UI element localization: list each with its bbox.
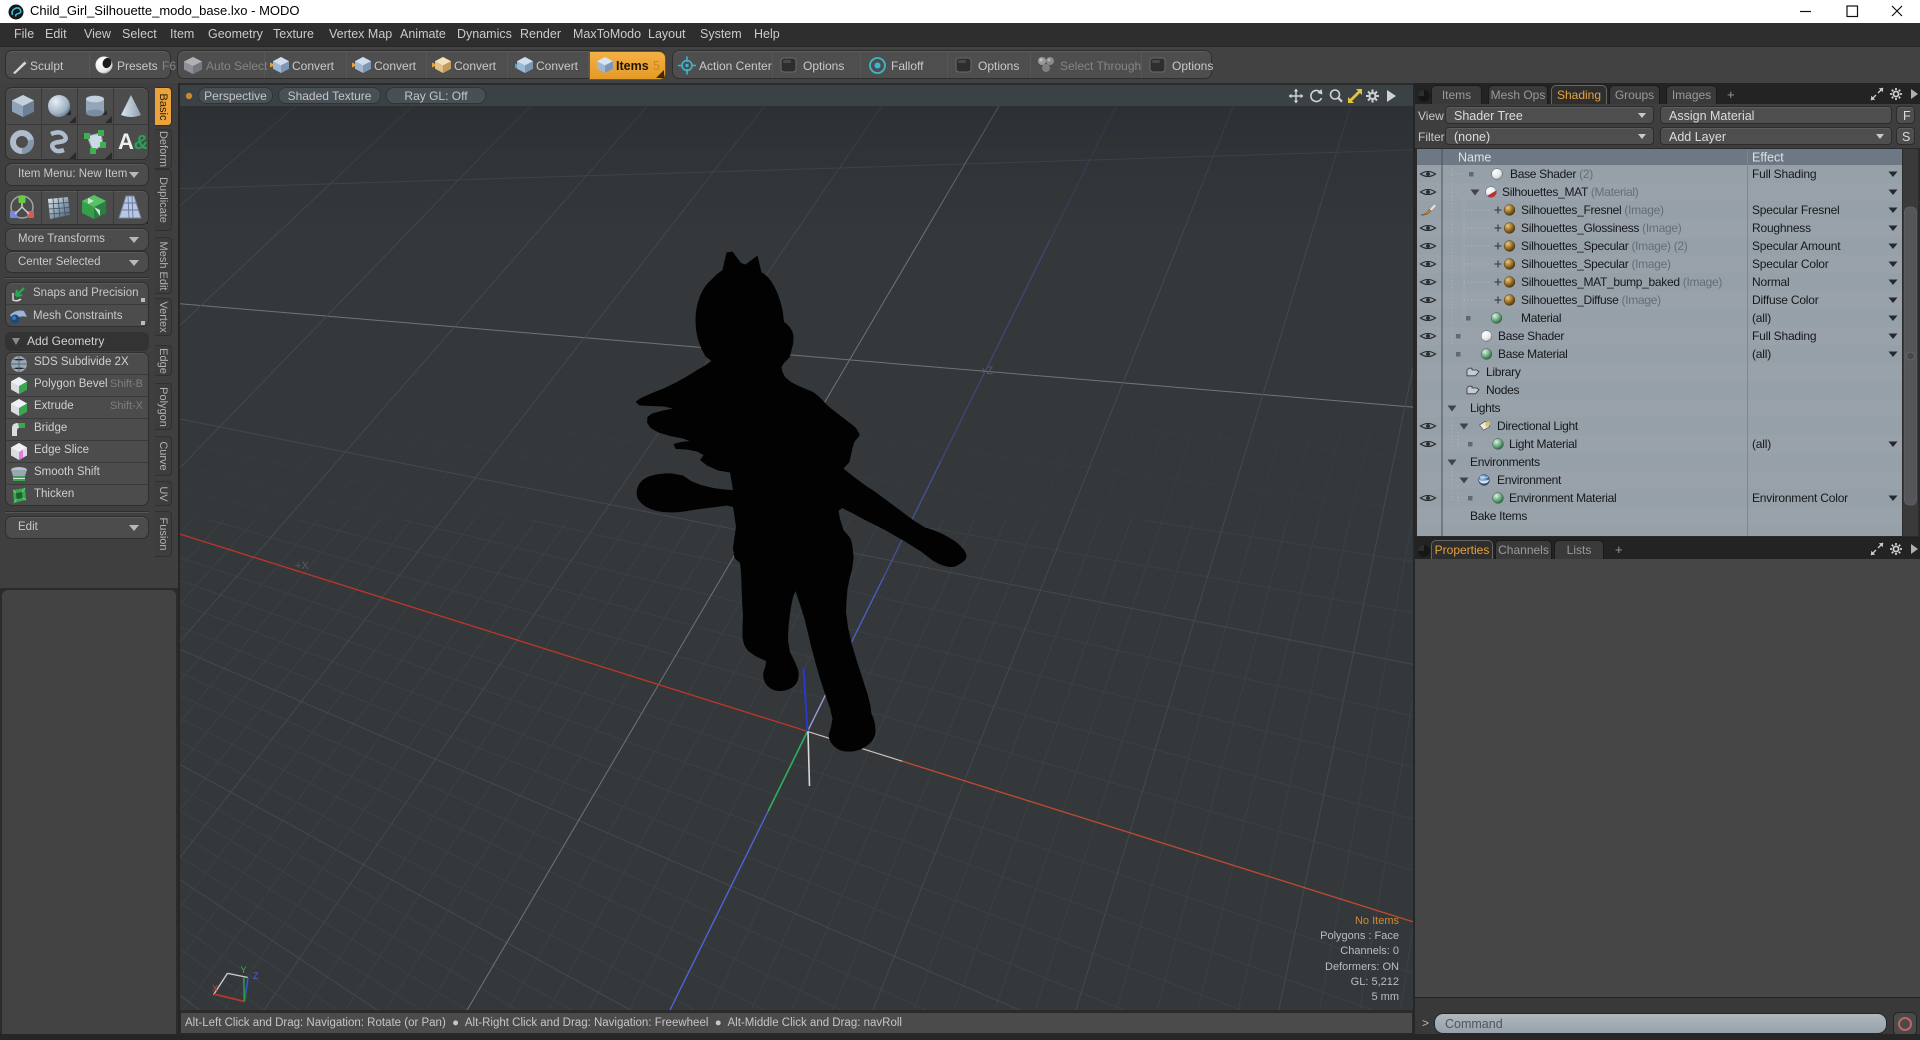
svg-text:Silhouettes_Specular (Image) (: Silhouettes_Specular (Image) (2)	[1521, 239, 1688, 253]
svg-text:Base Shader (2): Base Shader (2)	[1510, 167, 1593, 181]
svg-text:Name: Name	[1458, 151, 1491, 165]
svg-text:Effect: Effect	[1752, 151, 1784, 165]
svg-text:Environment Material: Environment Material	[1509, 491, 1616, 505]
svg-text:Full Shading: Full Shading	[1752, 167, 1816, 181]
svg-text:Normal: Normal	[1752, 275, 1789, 289]
svg-text:Silhouettes_MAT (Material): Silhouettes_MAT (Material)	[1502, 185, 1639, 199]
svg-text:Silhouettes_Glossiness (Image): Silhouettes_Glossiness (Image)	[1521, 221, 1682, 235]
svg-text:(all): (all)	[1752, 347, 1771, 361]
svg-text:Nodes: Nodes	[1486, 383, 1519, 397]
svg-text:(all): (all)	[1752, 437, 1771, 451]
svg-text:Specular Color: Specular Color	[1752, 257, 1829, 271]
svg-text:Silhouettes_Diffuse (Image): Silhouettes_Diffuse (Image)	[1521, 293, 1661, 307]
svg-text:Silhouettes_Fresnel (Image): Silhouettes_Fresnel (Image)	[1521, 203, 1664, 217]
svg-text:Y: Y	[241, 965, 247, 975]
svg-text:Material: Material	[1521, 311, 1561, 325]
svg-text:Z: Z	[253, 971, 259, 981]
svg-text:(all): (all)	[1752, 311, 1771, 325]
svg-text:Full Shading: Full Shading	[1752, 329, 1816, 343]
svg-text:Environment: Environment	[1497, 473, 1562, 487]
svg-text:X: X	[212, 984, 218, 994]
svg-text:Bake Items: Bake Items	[1470, 509, 1527, 523]
svg-text:Environment Color: Environment Color	[1752, 491, 1848, 505]
svg-text:Specular Amount: Specular Amount	[1752, 239, 1841, 253]
svg-text:Base Shader: Base Shader	[1498, 329, 1564, 343]
svg-text:Light Material: Light Material	[1509, 437, 1577, 451]
svg-text:Library: Library	[1486, 365, 1521, 379]
svg-text:+X: +X	[295, 560, 309, 572]
svg-text:Specular Fresnel: Specular Fresnel	[1752, 203, 1840, 217]
svg-text:+Z: +Z	[980, 365, 993, 377]
svg-text:Base Material: Base Material	[1498, 347, 1567, 361]
svg-text:Silhouettes_MAT_bump_baked (Im: Silhouettes_MAT_bump_baked (Image)	[1521, 275, 1722, 289]
svg-text:Diffuse Color: Diffuse Color	[1752, 293, 1819, 307]
svg-text:Lights: Lights	[1470, 401, 1501, 415]
svg-text:Silhouettes_Specular (Image): Silhouettes_Specular (Image)	[1521, 257, 1671, 271]
svg-text:Directional Light: Directional Light	[1497, 419, 1579, 433]
svg-text:Roughness: Roughness	[1752, 221, 1811, 235]
svg-text:Environments: Environments	[1470, 455, 1540, 469]
